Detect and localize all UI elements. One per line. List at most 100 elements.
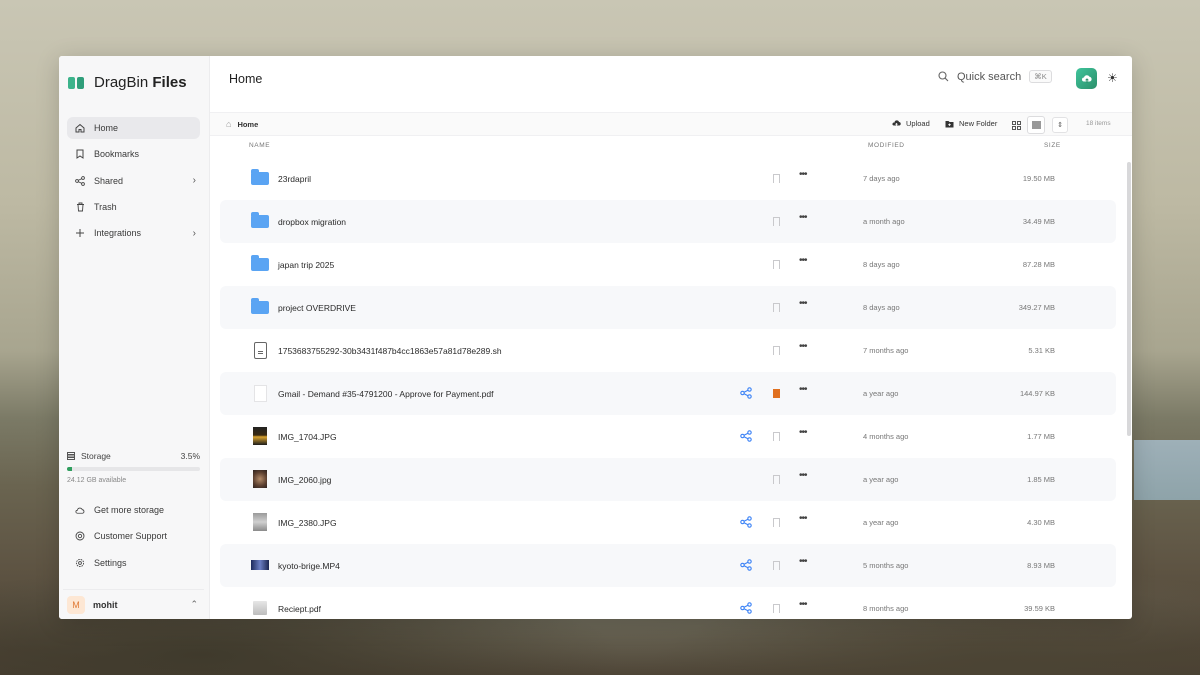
file-name[interactable]: Reciept.pdf bbox=[278, 604, 321, 614]
plus-icon bbox=[75, 228, 85, 238]
table-row[interactable]: IMG_1704.JPG ••• 4 months ago 1.77 MB bbox=[220, 415, 1116, 458]
share-icon[interactable] bbox=[740, 430, 752, 442]
more-options-icon[interactable]: ••• bbox=[799, 298, 807, 309]
table-row[interactable]: kyoto-brige.MP4 ••• 5 months ago 8.93 MB bbox=[220, 544, 1116, 587]
bookmark-icon[interactable] bbox=[771, 301, 781, 313]
modified-date: 8 months ago bbox=[863, 604, 909, 613]
file-name[interactable]: IMG_2380.JPG bbox=[278, 518, 337, 528]
table-row[interactable]: japan trip 2025 ••• 8 days ago 87.28 MB bbox=[220, 243, 1116, 286]
more-options-icon[interactable]: ••• bbox=[799, 470, 807, 481]
sidebar: DragBin Files Home Bookmarks Shared › Trash I… bbox=[59, 56, 210, 619]
sidebar-item-get-more-storage[interactable]: Get more storage bbox=[67, 499, 200, 521]
share-icon bbox=[75, 175, 85, 186]
table-row[interactable]: project OVERDRIVE ••• 8 days ago 349.27 MB bbox=[220, 286, 1116, 329]
file-name[interactable]: project OVERDRIVE bbox=[278, 303, 356, 313]
trash-icon bbox=[75, 202, 85, 212]
more-options-icon[interactable]: ••• bbox=[799, 599, 807, 610]
more-options-icon[interactable]: ••• bbox=[799, 513, 807, 524]
list-view-button[interactable] bbox=[1027, 116, 1045, 134]
bookmark-icon[interactable] bbox=[771, 473, 781, 485]
bookmark-icon[interactable] bbox=[771, 430, 781, 442]
bookmark-icon[interactable] bbox=[771, 172, 781, 184]
bookmark-icon[interactable] bbox=[771, 258, 781, 270]
table-row[interactable]: Reciept.pdf ••• 8 months ago 39.59 KB bbox=[220, 587, 1116, 619]
sidebar-item-bookmarks[interactable]: Bookmarks bbox=[67, 143, 200, 165]
theme-toggle-button[interactable]: ☀ bbox=[1107, 71, 1118, 85]
more-options-icon[interactable]: ••• bbox=[799, 212, 807, 223]
bookmark-icon[interactable] bbox=[771, 344, 781, 356]
sort-button[interactable]: ⇕ bbox=[1052, 117, 1068, 133]
sidebar-item-integrations[interactable]: Integrations › bbox=[67, 222, 200, 244]
file-name[interactable]: IMG_1704.JPG bbox=[278, 432, 337, 442]
brand-name: DragBin Files bbox=[94, 74, 187, 91]
column-header-modified[interactable]: MODIFIED bbox=[868, 142, 905, 149]
column-header-name[interactable]: NAME bbox=[249, 142, 270, 149]
sidebar-item-settings[interactable]: Settings bbox=[67, 552, 200, 574]
file-size: 87.28 MB bbox=[1022, 260, 1055, 269]
bookmark-icon[interactable] bbox=[771, 516, 781, 528]
sidebar-footer-nav: Get more storage Customer Support Settings bbox=[67, 499, 200, 578]
modified-date: a year ago bbox=[863, 475, 899, 484]
sidebar-item-customer-support[interactable]: Customer Support bbox=[67, 525, 200, 547]
table-row[interactable]: Gmail - Demand #35-4791200 - Approve for… bbox=[220, 372, 1116, 415]
breadcrumb-home: Home bbox=[237, 119, 259, 129]
bookmark-icon[interactable] bbox=[771, 602, 781, 614]
background-water bbox=[1134, 440, 1200, 500]
sidebar-item-home[interactable]: Home bbox=[67, 117, 200, 139]
more-options-icon[interactable]: ••• bbox=[799, 341, 807, 352]
quick-search-button[interactable]: Quick search ⌘K bbox=[938, 70, 1052, 83]
upload-app-button[interactable] bbox=[1076, 68, 1097, 89]
file-name[interactable]: IMG_2060.jpg bbox=[278, 475, 331, 485]
more-options-icon[interactable]: ••• bbox=[799, 556, 807, 567]
bookmark-icon[interactable] bbox=[771, 387, 781, 399]
gear-icon bbox=[75, 558, 85, 568]
storage-available: 24.12 GB available bbox=[67, 477, 127, 484]
column-header-size[interactable]: SIZE bbox=[1044, 142, 1061, 149]
user-menu[interactable]: M mohit ⌃ bbox=[63, 589, 204, 615]
grid-view-button[interactable] bbox=[1007, 116, 1025, 134]
share-icon[interactable] bbox=[740, 387, 752, 399]
user-name: mohit bbox=[93, 599, 118, 610]
file-name[interactable]: japan trip 2025 bbox=[278, 260, 334, 270]
share-icon[interactable] bbox=[740, 559, 752, 571]
modified-date: 7 days ago bbox=[863, 174, 900, 183]
more-options-icon[interactable]: ••• bbox=[799, 427, 807, 438]
chevron-updown-icon: ⌃ bbox=[190, 599, 198, 609]
file-size: 1.77 MB bbox=[1027, 432, 1055, 441]
file-name[interactable]: 1753683755292-30b3431f487b4cc1863e57a81d… bbox=[278, 346, 502, 356]
file-name[interactable]: Gmail - Demand #35-4791200 - Approve for… bbox=[278, 389, 493, 399]
scrollbar[interactable] bbox=[1127, 162, 1131, 436]
file-size: 1.85 MB bbox=[1027, 475, 1055, 484]
more-options-icon[interactable]: ••• bbox=[799, 384, 807, 395]
share-icon[interactable] bbox=[740, 602, 752, 614]
video-thumbnail bbox=[251, 556, 269, 574]
file-name[interactable]: 23rdapril bbox=[278, 174, 311, 184]
image-thumbnail bbox=[251, 513, 269, 531]
image-thumbnail bbox=[251, 427, 269, 445]
modified-date: 8 days ago bbox=[863, 303, 900, 312]
file-size: 5.31 KB bbox=[1028, 346, 1055, 355]
new-folder-button[interactable]: New Folder bbox=[945, 119, 997, 128]
brand[interactable]: DragBin Files bbox=[68, 74, 187, 91]
bookmark-icon[interactable] bbox=[771, 559, 781, 571]
table-row[interactable]: dropbox migration ••• a month ago 34.49 MB bbox=[220, 200, 1116, 243]
bookmark-icon bbox=[75, 149, 85, 160]
table-row[interactable]: 1753683755292-30b3431f487b4cc1863e57a81d… bbox=[220, 329, 1116, 372]
bookmark-icon[interactable] bbox=[771, 215, 781, 227]
more-options-icon[interactable]: ••• bbox=[799, 255, 807, 266]
avatar: M bbox=[67, 595, 85, 614]
table-row[interactable]: IMG_2380.JPG ••• a year ago 4.30 MB bbox=[220, 501, 1116, 544]
share-icon[interactable] bbox=[740, 516, 752, 528]
upload-button[interactable]: Upload bbox=[892, 119, 930, 128]
modified-date: 5 months ago bbox=[863, 561, 909, 570]
sidebar-item-shared[interactable]: Shared › bbox=[67, 170, 200, 192]
file-name[interactable]: kyoto-brige.MP4 bbox=[278, 561, 340, 571]
breadcrumb[interactable]: ⌂ Home bbox=[226, 119, 258, 129]
pdf-thumbnail bbox=[251, 599, 269, 617]
table-row[interactable]: 23rdapril ••• 7 days ago 19.50 MB bbox=[220, 157, 1116, 200]
more-options-icon[interactable]: ••• bbox=[799, 169, 807, 180]
sidebar-item-trash[interactable]: Trash bbox=[67, 196, 200, 218]
cloud-upload-icon bbox=[1081, 74, 1092, 83]
file-name[interactable]: dropbox migration bbox=[278, 217, 346, 227]
table-row[interactable]: IMG_2060.jpg ••• a year ago 1.85 MB bbox=[220, 458, 1116, 501]
